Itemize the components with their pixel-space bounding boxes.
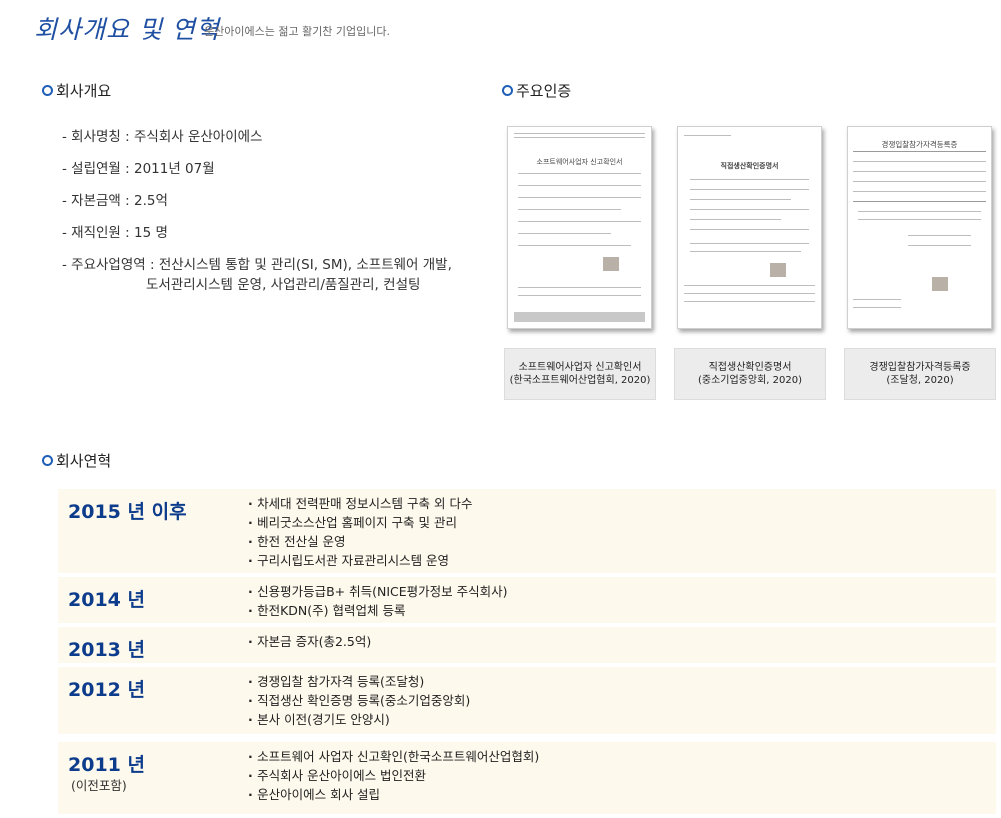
history-row-2013: 2013 년 자본금 증자(총2.5억) — [58, 627, 996, 663]
section-title-history: 회사연혁 — [42, 450, 111, 471]
cert-caption-software-business: 소프트웨어사업자 신고확인서 (한국소프트웨어산업협회, 2020) — [504, 348, 656, 400]
history-events: 경쟁입찰 참가자격 등록(조달청) 직접생산 확인증명 등록(중소기업중앙회) … — [58, 667, 996, 729]
certificate-doc-title: 직접생산확인증명서 — [720, 162, 779, 170]
overview-item: - 설립연월 : 2011년 07월 — [62, 161, 215, 177]
cert-caption-line1: 소프트웨어사업자 신고확인서 — [518, 362, 642, 373]
history-year: 2015 년 이후 — [68, 501, 187, 523]
cert-image-bidding-registration[interactable]: 경쟁입찰참가자격등록증 — [844, 124, 996, 334]
cert-caption-line1: 직접생산확인증명서 — [708, 362, 792, 373]
history-event: 베리굿소스산업 홈페이지 구축 및 관리 — [248, 513, 996, 532]
cert-caption-direct-production: 직접생산확인증명서 (중소기업중앙회, 2020) — [674, 348, 826, 400]
history-row-2014: 2014 년 신용평가등급B+ 취득(NICE평가정보 주식회사) 한전KDN(… — [58, 577, 996, 623]
history-event: 구리시립도서관 자료관리시스템 운영 — [248, 551, 996, 570]
history-event: 운산아이에스 회사 설립 — [248, 785, 996, 804]
certificate-document: 직접생산확인증명서 — [677, 126, 822, 329]
overview-item: - 회사명칭 : 주식회사 운산아이에스 — [62, 129, 263, 145]
circle-bullet-icon — [502, 85, 513, 96]
history-row-2012: 2012 년 경쟁입찰 참가자격 등록(조달청) 직접생산 확인증명 등록(중소… — [58, 667, 996, 734]
section-title-overview-text: 회사개요 — [56, 82, 112, 100]
history-year: 2011 년 — [68, 754, 145, 776]
history-event: 본사 이전(경기도 안양시) — [248, 710, 996, 729]
certificate-doc-title: 소프트웨어사업자 신고확인서 — [536, 158, 623, 166]
overview-item: - 자본금액 : 2.5억 — [62, 193, 168, 209]
business-line-1: - 주요사업영역 : 전산시스템 통합 및 관리(SI, SM), 소프트웨어 … — [62, 257, 452, 273]
history-event: 차세대 전력판매 정보시스템 구축 외 다수 — [248, 494, 996, 513]
certificate-document: 소프트웨어사업자 신고확인서 — [507, 126, 652, 329]
circle-bullet-icon — [42, 85, 53, 96]
section-title-history-text: 회사연혁 — [56, 452, 112, 470]
section-title-certs-text: 주요인증 — [516, 82, 572, 100]
seal-stamp — [603, 257, 619, 271]
history-events: 신용평가등급B+ 취득(NICE평가정보 주식회사) 한전KDN(주) 협력업체… — [58, 577, 996, 620]
history-event: 한전KDN(주) 협력업체 등록 — [248, 601, 996, 620]
section-title-certs: 주요인증 — [502, 80, 571, 101]
page-subtitle: 운산아이에스는 젊고 활기찬 기업입니다. — [204, 25, 391, 38]
seal-stamp — [932, 277, 948, 291]
history-event: 자본금 증자(총2.5억) — [248, 632, 996, 651]
seal-stamp — [770, 263, 786, 277]
history-events: 차세대 전력판매 정보시스템 구축 외 다수 베리굿소스산업 홈페이지 구축 및… — [58, 489, 996, 570]
overview-item-business: - 주요사업영역 : 전산시스템 통합 및 관리(SI, SM), 소프트웨어 … — [62, 255, 452, 295]
overview-list: - 회사명칭 : 주식회사 운산아이에스 - 설립연월 : 2011년 07월 … — [62, 127, 452, 295]
cert-caption-line2: (중소기업중앙회, 2020) — [697, 375, 802, 386]
history-year: 2013 년 — [68, 639, 145, 661]
overview-item: - 재직인원 : 15 명 — [62, 225, 168, 241]
circle-bullet-icon — [42, 455, 53, 466]
history-table: 2015 년 이후 차세대 전력판매 정보시스템 구축 외 다수 베리굿소스산업… — [58, 489, 996, 818]
cert-caption-line2: (조달청, 2020) — [886, 375, 954, 386]
history-events: 자본금 증자(총2.5억) — [58, 627, 996, 651]
cert-caption-bidding-registration: 경쟁입찰참가자격등록증 (조달청, 2020) — [844, 348, 996, 400]
history-row-2011: 2011 년 (이전포함) 소프트웨어 사업자 신고확인(한국소프트웨어산업협회… — [58, 742, 996, 814]
history-year: 2012 년 — [68, 679, 145, 701]
history-event: 신용평가등급B+ 취득(NICE평가정보 주식회사) — [248, 582, 996, 601]
business-line-2: 도서관리시스템 운영, 사업관리/품질관리, 컨설팅 — [146, 277, 421, 293]
page-title: 회사개요 및 연혁 — [34, 15, 220, 44]
certificate-document: 경쟁입찰참가자격등록증 — [847, 126, 992, 329]
cert-caption-line2: (한국소프트웨어산업협회, 2020) — [509, 375, 651, 386]
history-event: 주식회사 운산아이에스 법인전환 — [248, 766, 996, 785]
history-year: 2014 년 — [68, 589, 145, 611]
history-event: 직접생산 확인증명 등록(중소기업중앙회) — [248, 691, 996, 710]
history-event: 소프트웨어 사업자 신고확인(한국소프트웨어산업협회) — [248, 747, 996, 766]
history-row-2015: 2015 년 이후 차세대 전력판매 정보시스템 구축 외 다수 베리굿소스산업… — [58, 489, 996, 573]
section-title-overview: 회사개요 — [42, 80, 111, 101]
cert-caption-line1: 경쟁입찰참가자격등록증 — [869, 362, 971, 373]
cert-image-software-business[interactable]: 소프트웨어사업자 신고확인서 — [504, 124, 656, 334]
history-event: 경쟁입찰 참가자격 등록(조달청) — [248, 672, 996, 691]
certificate-doc-title: 경쟁입찰참가자격등록증 — [881, 140, 958, 149]
history-event: 한전 전산실 운영 — [248, 532, 996, 551]
cert-image-direct-production[interactable]: 직접생산확인증명서 — [674, 124, 826, 334]
history-events: 소프트웨어 사업자 신고확인(한국소프트웨어산업협회) 주식회사 운산아이에스 … — [58, 742, 996, 804]
history-year-note: (이전포함) — [71, 778, 127, 793]
